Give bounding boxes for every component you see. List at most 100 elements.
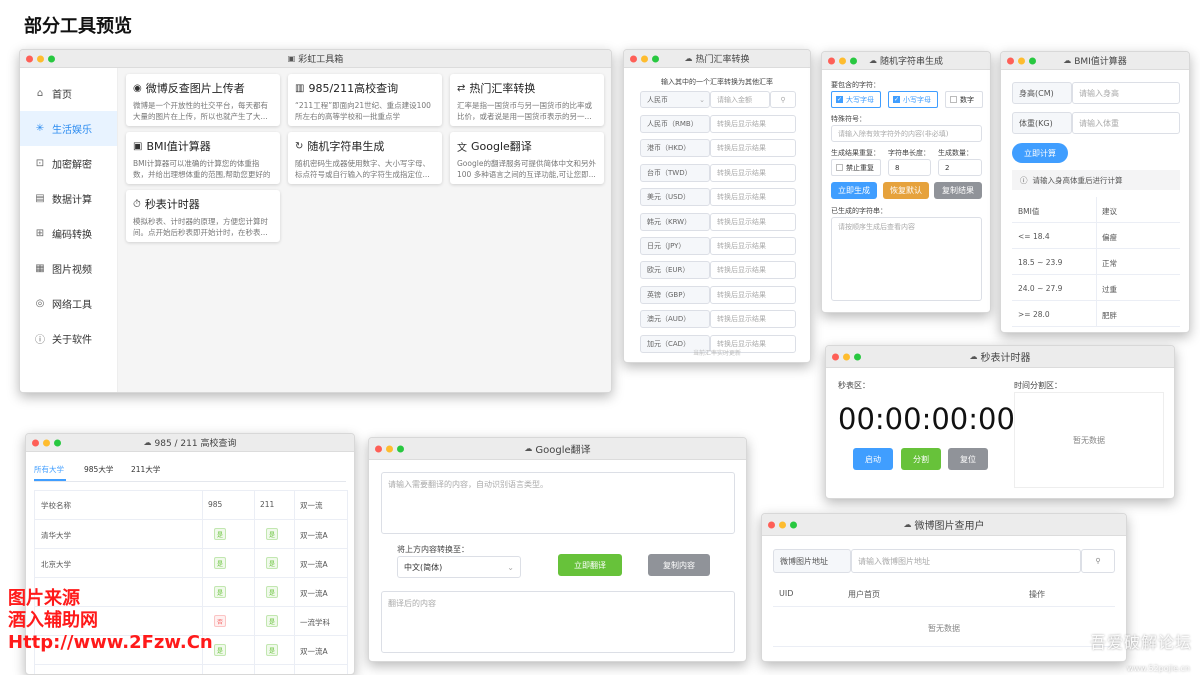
minimize-dot[interactable] bbox=[37, 55, 44, 62]
close-dot[interactable] bbox=[375, 445, 382, 452]
calculate-button[interactable]: 立即计算 bbox=[1012, 143, 1068, 163]
close-dot[interactable] bbox=[32, 439, 39, 446]
currency-result-input[interactable]: 转换后显示结果 bbox=[710, 139, 796, 158]
close-dot[interactable] bbox=[828, 57, 835, 64]
close-dot[interactable] bbox=[1007, 57, 1014, 64]
card-weibo[interactable]: ◉ 微博反查图片上传者 微博是一个开放性的社交平台，每天都有大量的图片在上传，所以… bbox=[126, 74, 280, 126]
minimize-dot[interactable] bbox=[1018, 57, 1025, 64]
no-duplicate-checkbox[interactable]: 禁止重复 bbox=[831, 159, 881, 176]
count-input[interactable]: 2 bbox=[938, 159, 982, 176]
uppercase-checkbox[interactable]: ✓ 大写字母 bbox=[831, 91, 881, 108]
bmi-cell: 肥胖 bbox=[1102, 311, 1117, 320]
maximize-dot[interactable] bbox=[48, 55, 55, 62]
maximize-dot[interactable] bbox=[790, 521, 797, 528]
maximize-dot[interactable] bbox=[854, 353, 861, 360]
window-controls[interactable] bbox=[1007, 57, 1036, 64]
window-controls[interactable] bbox=[375, 445, 404, 452]
height-input[interactable]: 请输入身高 bbox=[1072, 82, 1180, 104]
currency-select[interactable]: 人民币 ⌄ bbox=[640, 91, 710, 108]
main-title: 彩虹工具箱 bbox=[298, 55, 344, 65]
special-input[interactable]: 请输入除有效字符外的内容(非必填) bbox=[831, 125, 982, 142]
sidebar-item-media[interactable]: ▦ 图片视频 bbox=[20, 251, 117, 286]
window-controls[interactable] bbox=[630, 55, 659, 62]
currency-result-input[interactable]: 转换后显示结果 bbox=[710, 163, 796, 182]
currency-result-input[interactable]: 转换后显示结果 bbox=[710, 261, 796, 280]
currency-result-input[interactable]: 转换后显示结果 bbox=[710, 310, 796, 329]
translate-button[interactable]: 立即翻译 bbox=[558, 554, 622, 576]
currency-result-input[interactable]: 转换后显示结果 bbox=[710, 285, 796, 304]
length-input[interactable]: 8 bbox=[888, 159, 931, 176]
maximize-dot[interactable] bbox=[1029, 57, 1036, 64]
window-controls[interactable] bbox=[32, 439, 61, 446]
minimize-dot[interactable] bbox=[386, 445, 393, 452]
sidebar-item-calc[interactable]: ▤ 数据计算 bbox=[20, 181, 117, 216]
currency-label: 日元（JPY） bbox=[640, 237, 710, 255]
sidebar-item-life[interactable]: ✳ 生活娱乐 bbox=[20, 111, 117, 146]
output-textarea[interactable]: 翻译后的内容 bbox=[381, 591, 735, 653]
maximize-dot[interactable] bbox=[850, 57, 857, 64]
lowercase-checkbox[interactable]: ✓ 小写字母 bbox=[888, 91, 938, 108]
minimize-dot[interactable] bbox=[43, 439, 50, 446]
stopwatch-icon: ⏱ bbox=[133, 198, 141, 210]
reset-default-button[interactable]: 恢复默认 bbox=[883, 182, 929, 199]
digits-checkbox[interactable]: 数字 bbox=[945, 91, 983, 108]
card-translate[interactable]: 文 Google翻译 Google的翻译服务可提供简体中文和另外100 多种语言之… bbox=[450, 132, 604, 184]
bmi-table: BMI值 建议 <= 18.4 偏瘦 18.5 ~ 23.9 正常 24.0 ~ 27.9 过… bbox=[1012, 197, 1180, 327]
target-language-select[interactable]: 中文(简体) ⌄ bbox=[397, 556, 521, 578]
currency-result-input[interactable]: 转换后显示结果 bbox=[710, 115, 796, 133]
card-bmi[interactable]: ▣ BMI值计算器 BMI计算器可以准确的计算您的体重指数，并给出理想体重的范围,… bbox=[126, 132, 280, 184]
weight-input[interactable]: 请输入体重 bbox=[1072, 112, 1180, 134]
card-college[interactable]: ▥ 985/211高校查询 “211工程”即面向21世纪、重点建设100所左右的高… bbox=[288, 74, 442, 126]
bmi-window: ☁ BMI值计算器 身高(CM) 请输入身高 体重(KG) 请输入体重 立即计算 … bbox=[1000, 51, 1190, 333]
sidebar-item-home[interactable]: ⌂ 首页 bbox=[20, 76, 117, 111]
currency-result-input[interactable]: 转换后显示结果 bbox=[710, 212, 796, 231]
maximize-dot[interactable] bbox=[54, 439, 61, 446]
image-url-input[interactable]: 请输入微博图片地址 bbox=[851, 549, 1081, 573]
window-controls[interactable] bbox=[26, 55, 55, 62]
reset-button[interactable]: 复位 bbox=[948, 448, 988, 470]
generate-button[interactable]: 立即生成 bbox=[831, 182, 877, 199]
college-name: 清华大学 bbox=[41, 531, 71, 540]
source-textarea[interactable]: 请输入需要翻译的内容，自动识别语言类型。 bbox=[381, 472, 735, 534]
double-first-class: 双一流A bbox=[300, 531, 328, 540]
search-button[interactable]: ⚲ bbox=[1081, 549, 1115, 573]
cloud-icon: ☁ bbox=[868, 56, 877, 65]
sidebar-item-crypto[interactable]: ⊡ 加密解密 bbox=[20, 146, 117, 181]
minimize-dot[interactable] bbox=[843, 353, 850, 360]
sidebar-item-network[interactable]: ◎ 网络工具 bbox=[20, 286, 117, 321]
card-stopwatch[interactable]: ⏱ 秒表计时器 模拟秒表、计时器的原理，方便您计算时间。点开始后秒表即开始计时，在… bbox=[126, 190, 280, 242]
search-button[interactable]: ⚲ bbox=[770, 91, 796, 108]
image-url-label: 微博图片地址 bbox=[773, 549, 851, 573]
stopwatch-display: 00:00:00:00 bbox=[838, 402, 1015, 436]
card-randstr[interactable]: ↻ 随机字符串生成 随机密码生成器使用数字、大小写字母、标点符号或自行输入的字符生… bbox=[288, 132, 442, 184]
copy-result-button[interactable]: 复制结果 bbox=[934, 182, 982, 199]
tab-all[interactable]: 所有大学 bbox=[34, 464, 64, 475]
currency-result-input[interactable]: 转换后显示结果 bbox=[710, 188, 796, 207]
amount-input[interactable]: 请输入金额 bbox=[710, 91, 770, 108]
close-dot[interactable] bbox=[26, 55, 33, 62]
main-window: ▣ 彩虹工具箱 ⌂ 首页 ✳ 生活娱乐 ⊡ 加密解密 ▤ 数据计算 ⊞ 编码转换 ▦ 图片视频… bbox=[19, 49, 612, 393]
window-controls[interactable] bbox=[832, 353, 861, 360]
window-controls[interactable] bbox=[828, 57, 857, 64]
bmi-titlebar: ☁ BMI值计算器 bbox=[1001, 52, 1189, 70]
result-textarea[interactable]: 请按顺序生成后查看内容 bbox=[831, 217, 982, 301]
sidebar-item-about[interactable]: ⓘ 关于软件 bbox=[20, 321, 117, 356]
start-button[interactable]: 启动 bbox=[853, 448, 893, 470]
currency-result-input[interactable]: 转换后显示结果 bbox=[710, 237, 796, 255]
maximize-dot[interactable] bbox=[397, 445, 404, 452]
copy-content-button[interactable]: 复制内容 bbox=[648, 554, 710, 576]
maximize-dot[interactable] bbox=[652, 55, 659, 62]
close-dot[interactable] bbox=[832, 353, 839, 360]
minimize-dot[interactable] bbox=[641, 55, 648, 62]
close-dot[interactable] bbox=[768, 521, 775, 528]
tab-985[interactable]: 985大学 bbox=[84, 464, 113, 475]
bmi-cell: <= 18.4 bbox=[1018, 232, 1050, 241]
minimize-dot[interactable] bbox=[779, 521, 786, 528]
window-controls[interactable] bbox=[768, 521, 797, 528]
close-dot[interactable] bbox=[630, 55, 637, 62]
tab-211[interactable]: 211大学 bbox=[131, 464, 160, 475]
sidebar-item-encode[interactable]: ⊞ 编码转换 bbox=[20, 216, 117, 251]
card-currency[interactable]: ⇄ 热门汇率转换 汇率是指一国货币与另一国货币的比率或比价，或者说是用一国货币表示… bbox=[450, 74, 604, 126]
minimize-dot[interactable] bbox=[839, 57, 846, 64]
split-button[interactable]: 分割 bbox=[901, 448, 941, 470]
